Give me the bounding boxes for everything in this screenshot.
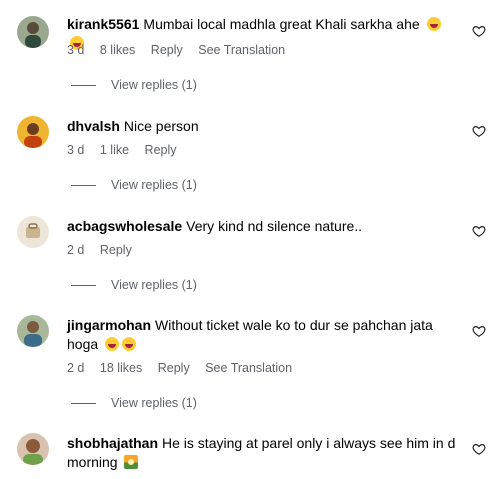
laughing-emoji-icon <box>426 17 441 31</box>
heart-icon[interactable] <box>472 442 486 456</box>
avatar[interactable] <box>17 315 49 347</box>
divider <box>71 402 96 404</box>
comment-body: Mumbai local madhla great Khali sarkha a… <box>143 16 420 32</box>
reply-button[interactable]: Reply <box>158 361 190 375</box>
view-replies-button[interactable]: View replies (1) <box>71 77 197 93</box>
comment-text-block: acbagswholesale Very kind nd silence natu… <box>67 217 457 236</box>
comment-username[interactable]: kirank5561 <box>67 16 139 32</box>
divider <box>71 84 96 86</box>
comment-likes[interactable]: 8 likes <box>100 43 135 57</box>
comment-time: 2 d <box>67 243 85 257</box>
avatar[interactable] <box>17 16 49 48</box>
comment-likes[interactable]: 18 likes <box>100 361 142 375</box>
view-replies-label: View replies (1) <box>111 78 197 92</box>
comment-username[interactable]: shobhajathan <box>67 435 158 451</box>
heart-icon[interactable] <box>472 124 486 138</box>
reply-button[interactable]: Reply <box>145 143 177 157</box>
heart-icon[interactable] <box>472 24 486 38</box>
comment-likes[interactable]: 1 like <box>100 143 129 157</box>
avatar[interactable] <box>17 433 49 465</box>
comment-username[interactable]: acbagswholesale <box>67 218 182 234</box>
view-replies-button[interactable]: View replies (1) <box>71 177 197 193</box>
comment-time: 2 d <box>67 361 85 375</box>
comment-body: Nice person <box>123 118 199 134</box>
laughing-emoji-icon <box>122 337 137 351</box>
sunrise-emoji-icon <box>124 455 139 469</box>
divider <box>71 184 96 186</box>
reply-button[interactable]: Reply <box>151 43 183 57</box>
avatar[interactable] <box>17 216 49 248</box>
laughing-emoji-icon <box>105 337 120 351</box>
heart-icon[interactable] <box>472 324 486 338</box>
comment-time: 3 d <box>67 43 85 57</box>
comment-username[interactable]: jingarmohan <box>67 317 151 333</box>
see-translation-button[interactable]: See Translation <box>205 361 292 375</box>
see-translation-button[interactable]: See Translation <box>198 43 285 57</box>
comment-username[interactable]: dhvalsh <box>67 118 120 134</box>
avatar[interactable] <box>17 116 49 148</box>
view-replies-button[interactable]: View replies (1) <box>71 277 197 293</box>
view-replies-label: View replies (1) <box>111 178 197 192</box>
comment-body: Very kind nd silence nature.. <box>186 218 363 234</box>
heart-icon[interactable] <box>472 224 486 238</box>
comment-text-block: dhvalsh Nice person <box>67 117 457 136</box>
comment-time: 3 d <box>67 143 85 157</box>
comment-text-block: shobhajathan He is staying at parel only … <box>67 434 457 472</box>
comment-meta: 2 d Reply <box>67 242 144 258</box>
comment-meta: 2 d 18 likes Reply See Translation <box>67 360 304 376</box>
divider <box>71 284 96 286</box>
view-replies-label: View replies (1) <box>111 396 197 410</box>
view-replies-label: View replies (1) <box>111 278 197 292</box>
comment-text-block: jingarmohan Without ticket wale ko to dur… <box>67 316 457 354</box>
comment-meta: 3 d 1 like Reply <box>67 142 189 158</box>
comment-meta: 3 d 8 likes Reply See Translation <box>67 42 297 58</box>
view-replies-button[interactable]: View replies (1) <box>71 395 197 411</box>
reply-button[interactable]: Reply <box>100 243 132 257</box>
